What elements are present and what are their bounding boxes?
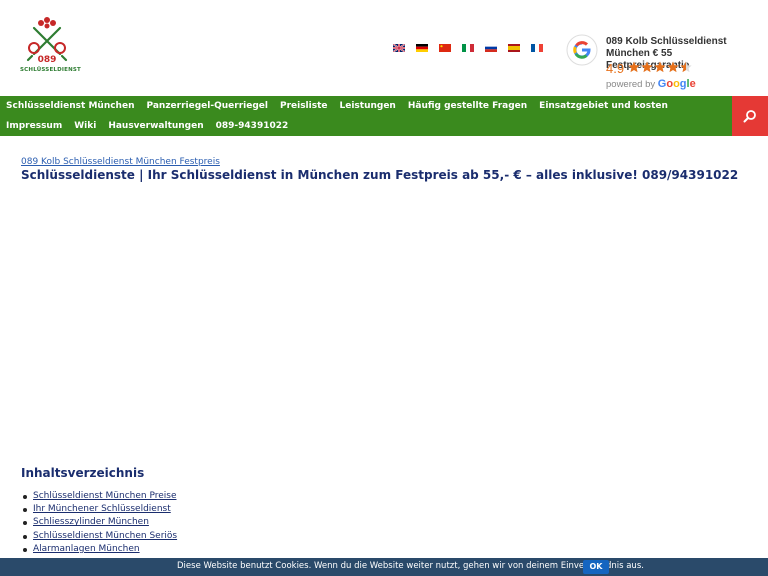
toc-link-muenchener[interactable]: Ihr Münchener Schlüsseldienst [33, 504, 171, 514]
toc-heading: Inhaltsverzeichnis [21, 466, 145, 480]
google-rating-stars [628, 61, 692, 73]
powered-by-text: powered by [606, 79, 658, 90]
table-of-contents: Schlüsseldienst München Preise Ihr Münch… [21, 490, 177, 556]
site-header: 089 SCHLÜSSELDIENST 089 Kolb Schlüsseldi… [0, 0, 768, 96]
russia-flag-icon[interactable] [485, 44, 497, 52]
site-logo[interactable]: 089 SCHLÜSSELDIENST [20, 12, 81, 76]
toc-item: Schlüsseldienst München Preise [21, 490, 177, 503]
google-wordmark-letter: g [679, 78, 687, 90]
search-button[interactable] [732, 96, 768, 136]
germany-flag-icon[interactable] [416, 44, 428, 52]
nav-item-phone[interactable]: 089-94391022 [216, 116, 289, 136]
toc-item: Schlüsseldienst München Seriös [21, 530, 177, 543]
china-flag-icon[interactable] [439, 44, 451, 52]
powered-by-google: powered by Google [606, 78, 696, 90]
star-icon [641, 61, 653, 73]
toc-link-preise[interactable]: Schlüsseldienst München Preise [33, 491, 176, 501]
toc-link-serioes[interactable]: Schlüsseldienst München Seriös [33, 531, 177, 541]
uk-flag-icon[interactable] [393, 44, 405, 52]
toc-link-schliesszylinder[interactable]: Schliesszylinder München [33, 517, 149, 527]
nav-item-schluesseldienst-muenchen[interactable]: Schlüsseldienst München [6, 96, 134, 116]
nav-item-leistungen[interactable]: Leistungen [339, 96, 395, 116]
google-wordmark: Google [658, 78, 696, 90]
toc-item: Ihr Münchener Schlüsseldienst [21, 503, 177, 516]
cookie-banner: Diese Website benutzt Cookies. Wenn du d… [0, 558, 768, 576]
google-rating-value: 4.9 [606, 61, 625, 76]
star-icon [680, 61, 692, 73]
cookie-notice-text: Diese Website benutzt Cookies. Wenn du d… [177, 561, 644, 571]
main-navigation: Schlüsseldienst München Panzerriegel-Que… [0, 96, 768, 136]
star-icon [667, 61, 679, 73]
google-g-icon [566, 34, 598, 66]
logo-number: 089 [38, 55, 57, 65]
nav-item-impressum[interactable]: Impressum [6, 116, 62, 136]
star-icon [628, 61, 640, 73]
nav-item-preisliste[interactable]: Preisliste [280, 96, 328, 116]
language-switcher [393, 44, 543, 52]
italy-flag-icon[interactable] [462, 44, 474, 52]
crossed-keys-logo-icon: 089 [26, 17, 68, 65]
google-wordmark-letter: o [673, 78, 680, 90]
nav-item-einsatzgebiet[interactable]: Einsatzgebiet und kosten [539, 96, 668, 116]
google-wordmark-letter: e [689, 78, 696, 90]
breadcrumb-link[interactable]: 089 Kolb Schlüsseldienst München Festpre… [21, 157, 220, 167]
nav-item-hausverwaltungen[interactable]: Hausverwaltungen [108, 116, 203, 136]
toc-item: Schliesszylinder München [21, 516, 177, 529]
search-icon [743, 110, 756, 123]
google-rating-badge[interactable]: 089 Kolb Schlüsseldienst München € 55 Fe… [566, 34, 746, 94]
logo-text: SCHLÜSSELDIENST [20, 67, 81, 73]
spain-flag-icon[interactable] [508, 44, 520, 52]
nav-item-wiki[interactable]: Wiki [74, 116, 96, 136]
nav-item-faq[interactable]: Häufig gestellte Fragen [408, 96, 527, 116]
nav-item-panzerriegel[interactable]: Panzerriegel-Querriegel [146, 96, 267, 116]
cookie-ok-button[interactable]: OK [583, 560, 609, 574]
page-title: Schlüsseldienste | Ihr Schlüsseldienst i… [21, 168, 739, 182]
toc-item: Alarmanlagen München [21, 543, 177, 556]
star-icon [654, 61, 666, 73]
toc-link-alarmanlagen[interactable]: Alarmanlagen München [33, 544, 140, 554]
france-flag-icon[interactable] [531, 44, 543, 52]
